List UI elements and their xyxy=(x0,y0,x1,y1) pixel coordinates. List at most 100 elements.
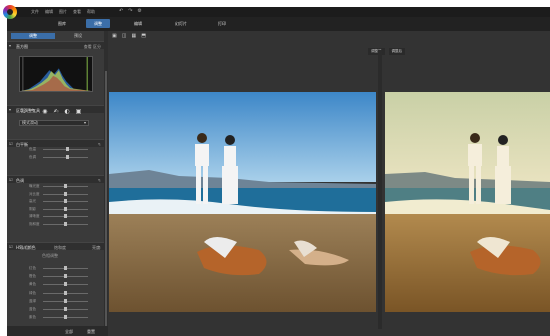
slider-label: 红色 xyxy=(29,266,36,270)
checkbox-icon[interactable]: ☑ xyxy=(9,177,13,182)
histogram-title: 直方图 xyxy=(16,43,28,49)
crop-icon[interactable]: ⛶ xyxy=(21,108,25,116)
undo-icon[interactable]: ↶ xyxy=(119,8,123,14)
photo-after[interactable] xyxy=(385,92,550,312)
slider-knob[interactable] xyxy=(64,221,67,226)
tab-edit[interactable]: 编辑 xyxy=(127,19,149,28)
slider-label: 清晰度 xyxy=(29,214,40,218)
gear-icon[interactable]: ⚙ xyxy=(137,8,141,14)
reset-icon[interactable]: ↰ xyxy=(98,178,101,183)
hsl-tab-hue[interactable]: 色相 xyxy=(20,245,28,251)
hsl-tab-lightness[interactable]: 亮度 xyxy=(92,245,100,251)
menu-edit[interactable]: 编辑 xyxy=(45,9,53,15)
hsl-slider[interactable]: 蓝色 xyxy=(17,307,97,312)
tone-header[interactable]: ☑ 色调 ↰ xyxy=(7,175,104,183)
white-balance-header[interactable]: ☑ 白平衡 ↰ xyxy=(7,139,104,147)
reset-icon[interactable]: ↰ xyxy=(98,142,101,147)
color-wheel-icon[interactable] xyxy=(3,5,17,19)
slider-label: 对比度 xyxy=(29,191,40,196)
histogram-separate[interactable]: 区分 xyxy=(93,44,101,49)
redeye-icon[interactable]: ◉ xyxy=(42,108,47,116)
menu-file[interactable]: 文件 xyxy=(31,9,39,15)
compare-divider[interactable] xyxy=(378,50,382,329)
after-label[interactable]: 调整后 xyxy=(388,48,405,55)
main-menu: 文件 编辑 图片 查看 帮助 xyxy=(31,9,95,15)
subtab-presets[interactable]: 预设 xyxy=(56,33,100,39)
fit-view-icon[interactable]: ⬒ xyxy=(141,33,146,39)
hsl-slider[interactable]: 绿色 xyxy=(17,290,97,296)
chevron-down-icon: ▾ xyxy=(83,120,86,125)
histogram-graph xyxy=(19,56,93,92)
slider-label: 蓝色 xyxy=(29,307,36,311)
slider-knob[interactable] xyxy=(64,266,67,270)
tone-title: 色调 xyxy=(16,177,24,183)
slider-knob[interactable] xyxy=(64,206,67,211)
tone-slider[interactable]: 阴影 xyxy=(17,206,97,212)
hsl-slider[interactable]: 蓝绿 xyxy=(17,298,97,304)
beach-photo xyxy=(385,92,550,312)
subtab-adjust[interactable]: 调整 xyxy=(11,33,55,39)
mode-bar: 图库 调整 编辑 幻灯片 打印 xyxy=(7,17,550,31)
tone-slider[interactable]: 高光 xyxy=(17,199,97,204)
tab-slideshow[interactable]: 幻灯片 xyxy=(167,19,195,28)
hsl-tabs: 色相 饱和度 亮度 xyxy=(20,245,100,251)
brush-icon[interactable]: ✍ xyxy=(53,108,58,116)
hsl-slider[interactable]: 紫色 xyxy=(17,315,97,320)
tone-slider[interactable]: 清晰度 xyxy=(17,214,97,219)
hsl-slider[interactable]: 橙色 xyxy=(17,274,97,279)
before-label[interactable]: 调整前 xyxy=(368,48,385,55)
hsl-slider[interactable]: 红色 xyxy=(17,266,97,271)
hsl-slider[interactable]: 黄色 xyxy=(17,282,97,287)
reset-button[interactable]: 重置 xyxy=(87,329,95,335)
dropdown-value: 滑动 xyxy=(30,120,38,125)
collapse-arrow-icon: ▾ xyxy=(9,107,12,112)
slider-knob[interactable] xyxy=(66,155,70,159)
slider-knob[interactable] xyxy=(64,307,67,311)
slider-knob[interactable] xyxy=(64,199,67,203)
histogram-view[interactable]: 查看 xyxy=(84,44,92,49)
histogram-header[interactable]: ▾ 直方图 查看 区分 xyxy=(7,41,104,49)
histogram-options[interactable]: 查看 区分 xyxy=(84,44,101,50)
slider-knob[interactable] xyxy=(64,191,67,196)
tab-adjust[interactable]: 调整 xyxy=(86,19,110,28)
slider-knob[interactable] xyxy=(64,274,67,279)
dropdown-label: 模式 xyxy=(22,120,30,125)
slider-label: 蓝绿 xyxy=(29,298,36,303)
radial-icon[interactable]: ▣ xyxy=(76,108,82,116)
viewer-tools: ▣ ◫ ▦ ⬒ xyxy=(112,33,146,39)
hsl-tab-saturation[interactable]: 饱和度 xyxy=(54,245,66,251)
single-view-icon[interactable]: ▣ xyxy=(112,33,117,39)
slider-knob[interactable] xyxy=(64,184,67,188)
checkbox-icon[interactable]: ☑ xyxy=(9,244,13,249)
tab-print[interactable]: 打印 xyxy=(211,19,233,28)
menu-help[interactable]: 帮助 xyxy=(87,9,95,15)
tab-library[interactable]: 图库 xyxy=(51,19,73,28)
slider-knob[interactable] xyxy=(66,147,70,151)
slider-knob[interactable] xyxy=(64,282,67,287)
slider-label: 色调 xyxy=(29,155,36,159)
slider-label: 高光 xyxy=(29,199,36,203)
photo-before[interactable] xyxy=(109,92,376,312)
slider-knob[interactable] xyxy=(64,315,67,320)
white-balance-slider[interactable]: 色温 xyxy=(17,147,97,152)
gradient-icon[interactable]: ◐ xyxy=(65,108,70,116)
slider-knob[interactable] xyxy=(64,214,67,218)
tone-slider[interactable]: 对比度 xyxy=(17,191,97,197)
grid-view-icon[interactable]: ▦ xyxy=(131,33,136,39)
mode-dropdown[interactable]: 模式 滑动 ▾ xyxy=(19,120,89,126)
menu-image[interactable]: 图片 xyxy=(59,9,67,15)
white-balance-slider[interactable]: 色调 xyxy=(17,155,97,160)
spot-removal-icon[interactable]: ✎ xyxy=(31,108,36,116)
scrollbar-thumb[interactable] xyxy=(105,71,107,331)
checkbox-icon[interactable]: ☑ xyxy=(9,141,13,146)
compare-view-icon[interactable]: ◫ xyxy=(122,33,127,39)
tone-slider[interactable]: 饱和度 xyxy=(17,221,97,227)
slider-knob[interactable] xyxy=(64,298,67,303)
slider-knob[interactable] xyxy=(64,290,67,295)
tone-slider[interactable]: 曝光度 xyxy=(17,184,97,189)
panel-subtabs: 调整 预设 xyxy=(7,33,104,40)
redo-icon[interactable]: ↷ xyxy=(128,8,132,14)
menu-view[interactable]: 查看 xyxy=(73,9,81,15)
apply-all-button[interactable]: 全部 xyxy=(65,329,73,335)
hsl-subtitle: 色相调整 xyxy=(42,253,58,258)
